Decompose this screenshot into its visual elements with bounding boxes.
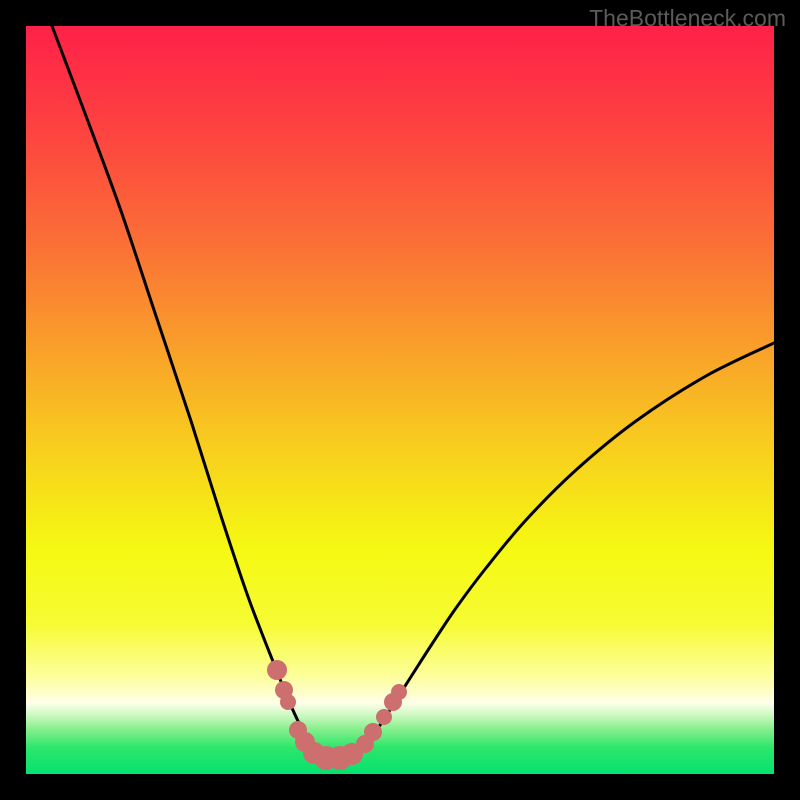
curve-marker: [364, 723, 382, 741]
plot-area: [26, 26, 774, 774]
curve-marker: [391, 684, 407, 700]
bottleneck-curve: [26, 26, 774, 774]
attribution-watermark: TheBottleneck.com: [589, 5, 786, 32]
curve-marker: [280, 694, 296, 710]
curve-marker: [376, 709, 392, 725]
chart-frame: TheBottleneck.com: [0, 0, 800, 800]
curve-marker: [267, 660, 287, 680]
